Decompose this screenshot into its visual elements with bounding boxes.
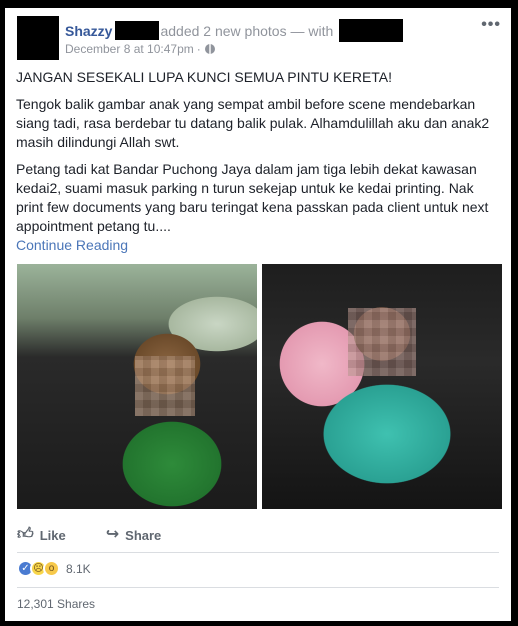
author-line: Shazzy added 2 new photos — with bbox=[65, 19, 404, 42]
thumbs-up-icon: 👍︎ bbox=[17, 526, 34, 543]
redaction-block bbox=[339, 19, 404, 42]
share-arrow-icon: ↪ bbox=[105, 526, 120, 543]
photo-child-driver-seat[interactable] bbox=[17, 264, 257, 509]
post-paragraph: Tengok balik gambar anak yang sempat amb… bbox=[16, 96, 490, 150]
post-actions: 👍︎ Like ↪ Share bbox=[17, 516, 499, 554]
reaction-summary[interactable]: ✓ ☹ o 8.1K bbox=[17, 560, 91, 577]
author-name[interactable]: Shazzy bbox=[65, 23, 112, 39]
reaction-count: 8.1K bbox=[66, 561, 91, 576]
more-options-icon[interactable]: ••• bbox=[481, 17, 501, 33]
meta-separator: · bbox=[196, 42, 201, 56]
post-action-text: added 2 new photos — with bbox=[160, 22, 334, 39]
face-blur bbox=[348, 308, 416, 376]
face-blur bbox=[135, 356, 195, 416]
like-button[interactable]: 👍︎ Like bbox=[17, 527, 66, 543]
divider bbox=[17, 552, 499, 553]
share-count[interactable]: 12,301 Shares bbox=[17, 597, 95, 611]
divider bbox=[17, 587, 499, 588]
redaction-block bbox=[115, 21, 160, 40]
post-meta: December 8 at 10:47pm · bbox=[65, 42, 215, 56]
like-label: Like bbox=[39, 527, 66, 543]
share-button[interactable]: ↪ Share bbox=[106, 527, 162, 543]
post-body: JANGAN SESEKALI LUPA KUNCI SEMUA PINTU K… bbox=[16, 68, 502, 255]
photo-grid bbox=[17, 264, 502, 509]
photo-baby-car-seat[interactable] bbox=[262, 264, 502, 509]
share-label: Share bbox=[125, 527, 162, 543]
continue-reading-link[interactable]: Continue Reading bbox=[16, 236, 502, 255]
avatar[interactable] bbox=[17, 16, 59, 60]
post-card: Shazzy added 2 new photos — with Decembe… bbox=[5, 8, 511, 621]
post-timestamp[interactable]: December 8 at 10:47pm bbox=[65, 42, 194, 56]
post-paragraph: JANGAN SESEKALI LUPA KUNCI SEMUA PINTU K… bbox=[16, 69, 393, 85]
globe-icon bbox=[204, 44, 215, 54]
post-paragraph: Petang tadi kat Bandar Puchong Jaya dala… bbox=[16, 161, 489, 234]
post-header: Shazzy added 2 new photos — with Decembe… bbox=[5, 8, 511, 68]
wow-reaction-icon: o bbox=[43, 560, 60, 577]
